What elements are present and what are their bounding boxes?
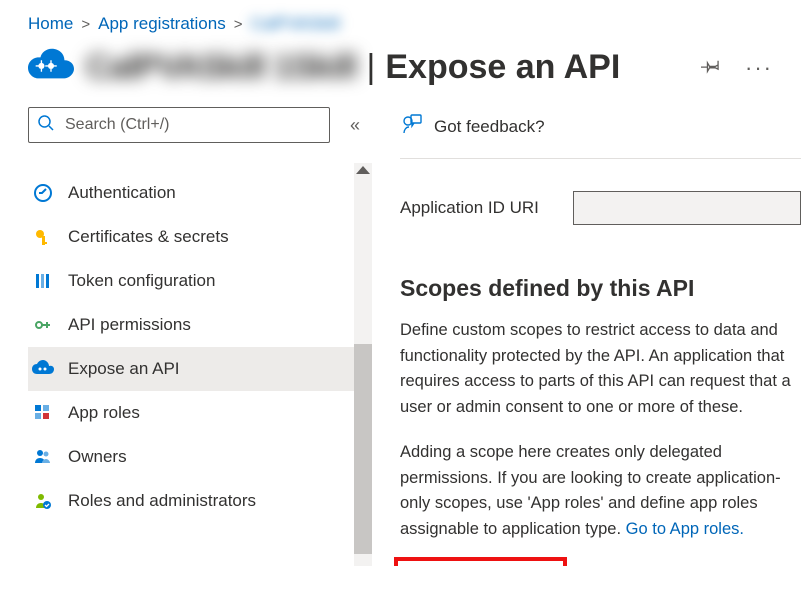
search-icon <box>37 114 55 137</box>
sidebar-item-authentication[interactable]: Authentication <box>28 171 360 215</box>
sidebar-item-app-roles[interactable]: App roles <box>28 391 360 435</box>
sidebar: « Authentication Certificates & secrets … <box>0 107 360 566</box>
page-title: Expose an API <box>385 48 620 87</box>
sidebar-item-label: App roles <box>68 403 140 423</box>
app-roles-icon <box>32 402 54 424</box>
owners-icon <box>32 446 54 468</box>
breadcrumb-registrations[interactable]: App registrations <box>98 14 226 34</box>
token-icon <box>32 270 54 292</box>
main-content: Got feedback? Application ID URI Scopes … <box>360 107 801 566</box>
breadcrumb-sep-icon: > <box>234 16 243 33</box>
api-permissions-icon <box>32 314 54 336</box>
breadcrumb-app-name[interactable]: CalPVASkill <box>250 14 339 34</box>
divider <box>400 158 801 159</box>
sidebar-item-label: Authentication <box>68 183 176 203</box>
sidebar-item-label: Roles and administrators <box>68 491 256 511</box>
sidebar-item-label: Owners <box>68 447 127 467</box>
sidebar-item-roles-admins[interactable]: Roles and administrators <box>28 479 360 523</box>
sidebar-item-label: Token configuration <box>68 271 215 291</box>
feedback-label: Got feedback? <box>434 117 545 137</box>
expose-api-icon <box>32 358 54 380</box>
search-input[interactable] <box>63 115 321 135</box>
key-icon <box>32 226 54 248</box>
sidebar-item-token-config[interactable]: Token configuration <box>28 259 360 303</box>
sidebar-item-expose-api[interactable]: Expose an API <box>28 347 360 391</box>
scopes-description-1: Define custom scopes to restrict access … <box>400 318 801 420</box>
sidebar-item-label: Expose an API <box>68 359 180 379</box>
app-id-uri-row: Application ID URI <box>400 191 801 225</box>
scopes-heading: Scopes defined by this API <box>400 275 801 302</box>
scroll-up-icon[interactable] <box>356 166 370 174</box>
feedback-link[interactable]: Got feedback? <box>400 113 801 140</box>
go-to-app-roles-link[interactable]: Go to App roles. <box>626 520 744 538</box>
feedback-icon <box>400 113 422 140</box>
app-id-uri-input[interactable] <box>573 191 801 225</box>
breadcrumb-sep-icon: > <box>81 16 90 33</box>
sidebar-item-label: API permissions <box>68 315 191 335</box>
pin-icon[interactable] <box>701 55 721 80</box>
roles-admin-icon <box>32 490 54 512</box>
more-icon[interactable]: ··· <box>745 55 773 81</box>
app-cloud-icon <box>28 46 74 89</box>
sidebar-item-owners[interactable]: Owners <box>28 435 360 479</box>
sidebar-item-label: Certificates & secrets <box>68 227 229 247</box>
sidebar-item-certificates[interactable]: Certificates & secrets <box>28 215 360 259</box>
collapse-sidebar-icon[interactable]: « <box>350 115 360 136</box>
sidebar-nav: Authentication Certificates & secrets To… <box>28 171 360 523</box>
sidebar-item-api-permissions[interactable]: API permissions <box>28 303 360 347</box>
breadcrumb-home[interactable]: Home <box>28 14 73 34</box>
scopes-description-2: Adding a scope here creates only delegat… <box>400 440 801 542</box>
scroll-thumb[interactable] <box>354 344 372 554</box>
app-id-uri-label: Application ID URI <box>400 198 539 218</box>
app-name-title: CalPVASkill 1Skill <box>86 48 357 87</box>
add-scope-button[interactable]: ＋ Add a scope <box>400 563 561 567</box>
sidebar-scrollbar[interactable] <box>354 163 372 566</box>
breadcrumb: Home > App registrations > CalPVASkill <box>0 0 801 40</box>
search-box[interactable] <box>28 107 330 143</box>
page-header: CalPVASkill 1Skill | Expose an API ··· <box>0 40 801 107</box>
authentication-icon <box>32 182 54 204</box>
title-separator: | <box>367 48 376 87</box>
